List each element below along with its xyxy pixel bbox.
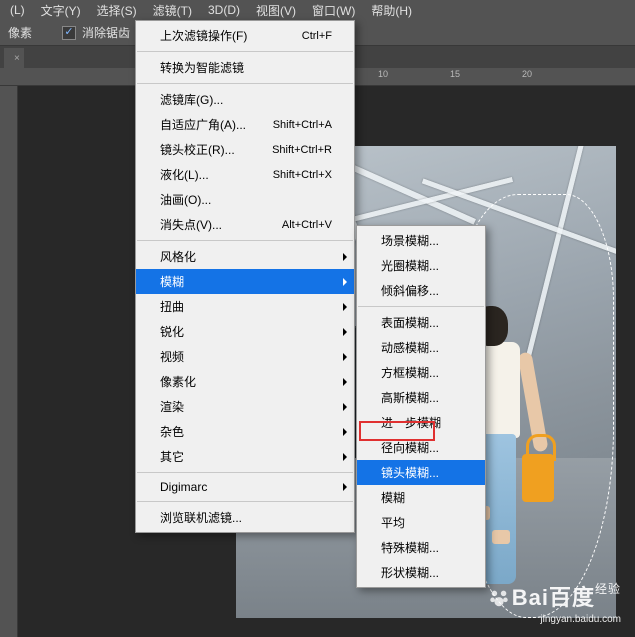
ruler-tick: 15 <box>450 69 460 79</box>
menu-filter-gallery[interactable]: 滤镜库(G)... <box>136 87 354 112</box>
submenu-blur-more[interactable]: 进一步模糊 <box>357 410 485 435</box>
chevron-right-icon <box>343 378 347 386</box>
submenu-motion-blur[interactable]: 动感模糊... <box>357 335 485 360</box>
menu-other[interactable]: 其它 <box>136 444 354 469</box>
menu-separator <box>137 501 353 502</box>
chevron-right-icon <box>343 278 347 286</box>
ruler-tick: 10 <box>378 69 388 79</box>
menu-3d[interactable]: 3D(D) <box>200 1 248 19</box>
menu-layer[interactable]: (L) <box>2 1 33 19</box>
menu-oil-paint[interactable]: 油画(O)... <box>136 187 354 212</box>
submenu-blur[interactable]: 模糊 <box>357 485 485 510</box>
menu-distort[interactable]: 扭曲 <box>136 294 354 319</box>
submenu-gaussian-blur[interactable]: 高斯模糊... <box>357 385 485 410</box>
menu-liquify[interactable]: 液化(L)...Shift+Ctrl+X <box>136 162 354 187</box>
blur-submenu: 场景模糊... 光圈模糊... 倾斜偏移... 表面模糊... 动感模糊... … <box>356 225 486 588</box>
watermark: Bai百度经验 jingyan.baidu.com <box>488 580 621 625</box>
antialias-label: 消除锯齿 <box>82 24 130 41</box>
submenu-radial-blur[interactable]: 径向模糊... <box>357 435 485 460</box>
menu-last-filter[interactable]: 上次滤镜操作(F)Ctrl+F <box>136 23 354 48</box>
menu-vanishing-point[interactable]: 消失点(V)...Alt+Ctrl+V <box>136 212 354 237</box>
submenu-average[interactable]: 平均 <box>357 510 485 535</box>
check-icon: ✓ <box>64 27 73 38</box>
menu-select[interactable]: 选择(S) <box>89 0 145 21</box>
chevron-right-icon <box>343 253 347 261</box>
menu-render[interactable]: 渲染 <box>136 394 354 419</box>
antialias-checkbox[interactable]: ✓ <box>62 26 76 40</box>
chevron-right-icon <box>343 353 347 361</box>
submenu-lens-blur[interactable]: 镜头模糊... <box>357 460 485 485</box>
menu-browse-online[interactable]: 浏览联机滤镜... <box>136 505 354 530</box>
menu-digimarc[interactable]: Digimarc <box>136 476 354 498</box>
chevron-right-icon <box>343 303 347 311</box>
submenu-shape-blur[interactable]: 形状模糊... <box>357 560 485 585</box>
menu-stylize[interactable]: 风格化 <box>136 244 354 269</box>
submenu-iris-blur[interactable]: 光圈模糊... <box>357 253 485 278</box>
submenu-tilt-shift[interactable]: 倾斜偏移... <box>357 278 485 303</box>
menu-separator <box>137 240 353 241</box>
menu-video[interactable]: 视频 <box>136 344 354 369</box>
submenu-field-blur[interactable]: 场景模糊... <box>357 228 485 253</box>
menu-separator <box>137 51 353 52</box>
chevron-right-icon <box>343 403 347 411</box>
menu-filter[interactable]: 滤镜(T) <box>145 0 200 21</box>
chevron-right-icon <box>343 483 347 491</box>
menu-sharpen[interactable]: 锐化 <box>136 319 354 344</box>
menu-pixelate[interactable]: 像素化 <box>136 369 354 394</box>
menu-type[interactable]: 文字(Y) <box>33 0 89 21</box>
menu-convert-smart[interactable]: 转换为智能滤镜 <box>136 55 354 80</box>
menu-noise[interactable]: 杂色 <box>136 419 354 444</box>
menu-separator <box>137 472 353 473</box>
chevron-right-icon <box>343 428 347 436</box>
sample-label: 像素 <box>8 24 32 41</box>
chevron-right-icon <box>343 328 347 336</box>
paw-icon <box>488 587 510 609</box>
menu-separator <box>137 83 353 84</box>
menu-window[interactable]: 窗口(W) <box>304 0 363 21</box>
submenu-surface-blur[interactable]: 表面模糊... <box>357 310 485 335</box>
ruler-tick: 20 <box>522 69 532 79</box>
menu-blur[interactable]: 模糊 <box>136 269 354 294</box>
menubar: (L) 文字(Y) 选择(S) 滤镜(T) 3D(D) 视图(V) 窗口(W) … <box>0 0 635 20</box>
chevron-right-icon <box>343 453 347 461</box>
menu-separator <box>358 306 484 307</box>
close-icon[interactable]: × <box>14 53 20 64</box>
menu-help[interactable]: 帮助(H) <box>363 0 420 21</box>
menu-adaptive-wide[interactable]: 自适应广角(A)...Shift+Ctrl+A <box>136 112 354 137</box>
ruler-vertical <box>0 86 18 637</box>
submenu-smart-blur[interactable]: 特殊模糊... <box>357 535 485 560</box>
menu-lens-correction[interactable]: 镜头校正(R)...Shift+Ctrl+R <box>136 137 354 162</box>
submenu-box-blur[interactable]: 方框模糊... <box>357 360 485 385</box>
menu-view[interactable]: 视图(V) <box>248 0 304 21</box>
filter-menu-dropdown: 上次滤镜操作(F)Ctrl+F 转换为智能滤镜 滤镜库(G)... 自适应广角(… <box>135 20 355 533</box>
document-tab[interactable]: × <box>4 48 24 68</box>
